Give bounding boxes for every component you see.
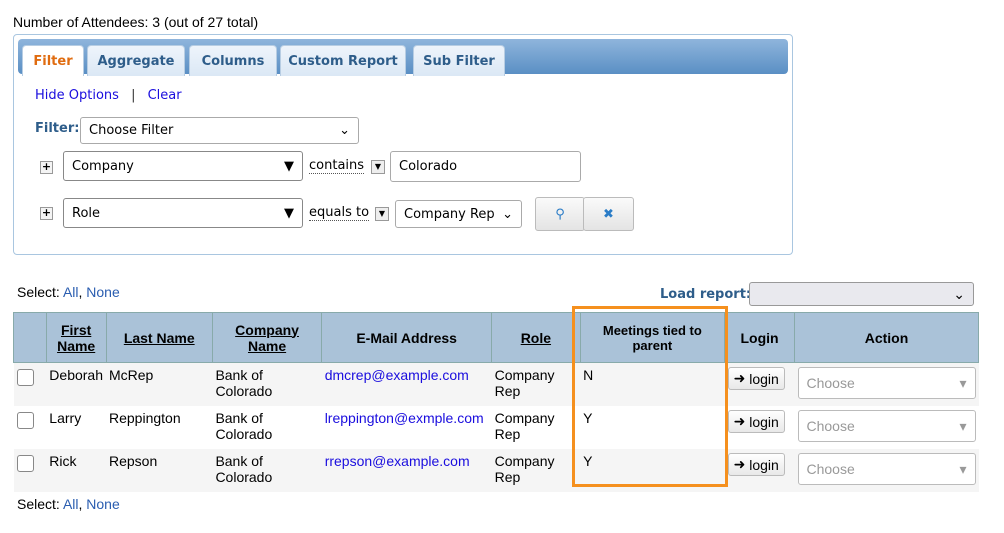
header-last-name[interactable]: Last Name: [105, 312, 213, 363]
close-icon: ✖: [603, 206, 614, 222]
highlight-box: [572, 306, 728, 487]
table-row: Deborah McRep Bank of Colorado dmcrep@ex…: [13, 362, 979, 406]
load-report-label: Load report:: [660, 287, 752, 302]
load-report-select[interactable]: ⌄: [749, 282, 974, 306]
email-link[interactable]: rrepson@example.com: [325, 453, 470, 469]
row-checkbox[interactable]: [16, 369, 34, 386]
filter-panel: Filter Aggregate Columns Custom Report S…: [13, 34, 793, 255]
field-select-company[interactable]: Company ▼: [63, 151, 303, 181]
caret-down-icon: ▾: [959, 460, 967, 477]
row-checkbox[interactable]: [16, 455, 34, 472]
header-first-name[interactable]: First Name: [45, 312, 107, 363]
select-links-top: Select: All, None: [17, 284, 120, 300]
select-none-link[interactable]: None: [86, 496, 119, 512]
select-column-header: [13, 312, 47, 363]
operator-label[interactable]: equals to: [309, 205, 370, 221]
operator-label[interactable]: contains: [309, 158, 365, 174]
select-label: Select:: [17, 496, 60, 512]
tab-columns[interactable]: Columns: [189, 45, 277, 76]
email-link[interactable]: dmcrep@example.com: [325, 367, 469, 383]
caret-down-icon: ▾: [959, 417, 967, 434]
filter-label: Filter:: [35, 121, 80, 136]
last-name: McRep: [106, 362, 213, 406]
first-name: Larry: [49, 410, 82, 426]
login-icon: ➜: [733, 456, 746, 472]
chevron-down-icon: ⌄: [502, 206, 513, 222]
company-name: Bank of Colorado: [212, 449, 322, 492]
first-name: Rick: [46, 449, 106, 492]
login-button[interactable]: ➜ login: [727, 367, 785, 390]
table-row: Rick Repson Bank of Colorado rrepson@exa…: [13, 449, 979, 492]
caret-down-icon: ▾: [959, 374, 967, 391]
hide-options-link[interactable]: Hide Options: [35, 88, 119, 103]
choose-filter-select[interactable]: Choose Filter ⌄: [80, 117, 359, 144]
last-name: Reppington: [109, 410, 181, 426]
chevron-down-icon: ⌄: [953, 285, 965, 302]
action-select[interactable]: Choose ▾: [797, 367, 976, 399]
add-condition-icon[interactable]: +: [40, 207, 53, 220]
operator-dropdown-icon[interactable]: ▼: [375, 207, 389, 221]
search-button[interactable]: ⚲: [535, 197, 585, 231]
select-label: Select:: [17, 284, 60, 300]
row-checkbox[interactable]: [16, 412, 34, 429]
operator-dropdown-icon[interactable]: ▼: [371, 160, 385, 174]
select-value: Company Rep: [404, 206, 495, 222]
attendees-table: First Name Last Name Company Name E-Mail…: [13, 312, 979, 492]
email-link[interactable]: lreppington@exmple.com: [325, 410, 484, 426]
input-value: Colorado: [399, 159, 458, 174]
attendee-count: Number of Attendees: 3 (out of 27 total): [13, 14, 259, 30]
clear-link[interactable]: Clear: [148, 88, 182, 103]
add-condition-icon[interactable]: +: [40, 161, 53, 174]
select-none-link[interactable]: None: [86, 284, 119, 300]
login-button[interactable]: ➜ login: [727, 453, 785, 476]
chevron-down-icon: ⌄: [339, 123, 350, 138]
clear-filter-button[interactable]: ✖: [583, 197, 634, 231]
header-login: Login: [724, 312, 795, 363]
select-all-link[interactable]: All: [63, 496, 79, 512]
tab-sub-filter[interactable]: Sub Filter: [413, 45, 505, 76]
caret-down-icon: ▼: [284, 205, 294, 221]
action-select[interactable]: Choose ▾: [797, 410, 976, 442]
filter-value-input[interactable]: Colorado: [390, 151, 581, 182]
comma: ,: [78, 496, 83, 512]
header-company-name[interactable]: Company Name: [211, 312, 323, 363]
select-all-link[interactable]: All: [63, 284, 79, 300]
separator: |: [131, 88, 136, 103]
first-name: Deborah: [46, 362, 106, 406]
login-icon: ➜: [733, 413, 746, 429]
role: Company Rep: [494, 410, 555, 442]
search-icon: ⚲: [555, 206, 565, 222]
tab-aggregate[interactable]: Aggregate: [87, 45, 185, 76]
company-name: Bank of Colorado: [212, 362, 322, 406]
tab-custom-report[interactable]: Custom Report: [280, 45, 406, 76]
role: Company Rep: [491, 362, 581, 406]
table-row: Larry Reppington Bank of Colorado lreppi…: [14, 406, 979, 449]
header-action: Action: [794, 312, 979, 363]
last-name: Repson: [106, 449, 213, 492]
login-icon: ➜: [733, 370, 746, 386]
tab-filter[interactable]: Filter: [22, 45, 84, 76]
login-button[interactable]: ➜ login: [727, 410, 785, 433]
header-email: E-Mail Address: [321, 312, 493, 363]
field-value: Role: [72, 205, 101, 221]
role: Company Rep: [491, 449, 581, 492]
header-role[interactable]: Role: [491, 312, 581, 363]
tab-bar: Filter Aggregate Columns Custom Report S…: [18, 39, 788, 76]
comma: ,: [78, 284, 83, 300]
caret-down-icon: ▼: [284, 158, 294, 174]
company-name: Bank of Colorado: [215, 410, 273, 442]
choose-filter-value: Choose Filter: [89, 123, 174, 138]
role-value-select[interactable]: Company Rep ⌄: [395, 200, 522, 228]
select-links-bottom: Select: All, None: [17, 496, 120, 512]
field-value: Company: [72, 158, 134, 174]
action-select[interactable]: Choose ▾: [797, 453, 976, 485]
field-select-role[interactable]: Role ▼: [63, 198, 303, 228]
